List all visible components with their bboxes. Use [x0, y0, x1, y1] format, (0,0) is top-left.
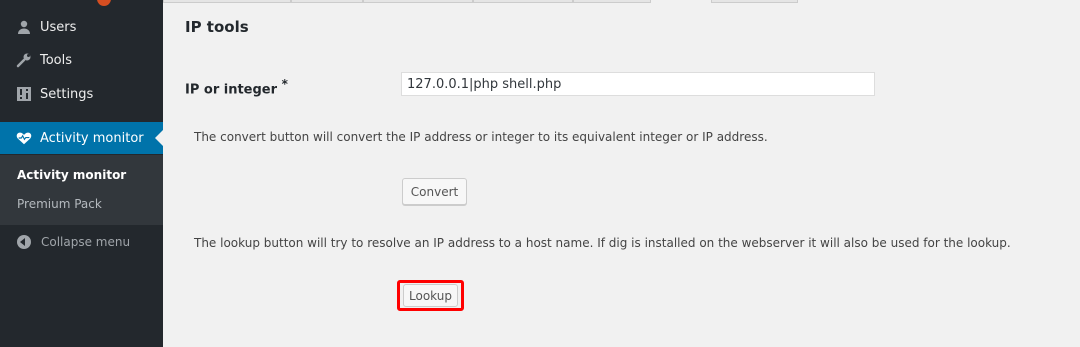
heart-pulse-icon — [16, 130, 32, 146]
admin-sidebar: Users Tools Settings Activity monitor Ac… — [0, 0, 163, 347]
collapse-arrow-icon — [17, 235, 31, 249]
convert-button[interactable]: Convert — [402, 178, 467, 205]
sidebar-item-label: Settings — [40, 86, 94, 102]
ip-field-label-text: IP or integer — [185, 82, 278, 98]
sidebar-item-users[interactable]: Users — [0, 12, 163, 42]
wrench-icon — [16, 52, 32, 68]
sidebar-item-activity-monitor[interactable]: Activity monitor — [0, 122, 163, 154]
collapse-menu-label: Collapse menu — [41, 235, 131, 249]
required-mark: * — [281, 77, 288, 91]
submenu-item-premium-pack[interactable]: Premium Pack — [17, 197, 102, 211]
sidebar-item-tools[interactable]: Tools — [0, 45, 163, 75]
activity-monitor-submenu: Activity monitor Premium Pack — [0, 155, 163, 225]
user-icon — [16, 19, 32, 35]
convert-description: The convert button will convert the IP a… — [194, 130, 768, 144]
sidebar-item-label: Tools — [40, 52, 73, 68]
sidebar-item-label: Users — [40, 19, 77, 35]
active-menu-arrow — [155, 130, 163, 146]
sidebar-item-label: Activity monitor — [40, 130, 144, 146]
lookup-button[interactable]: Lookup — [403, 284, 458, 307]
main-content: IP tools IP or integer * The convert but… — [163, 0, 1080, 347]
notification-badge — [97, 0, 111, 6]
ip-input[interactable] — [401, 72, 875, 96]
submenu-item-activity-monitor[interactable]: Activity monitor — [17, 168, 126, 182]
lookup-description: The lookup button will try to resolve an… — [194, 236, 1011, 250]
page-title: IP tools — [185, 18, 249, 36]
sidebar-item-settings[interactable]: Settings — [0, 79, 163, 109]
collapse-menu-button[interactable]: Collapse menu — [0, 232, 130, 252]
ip-field-label: IP or integer * — [185, 77, 288, 97]
settings-icon — [16, 86, 32, 102]
